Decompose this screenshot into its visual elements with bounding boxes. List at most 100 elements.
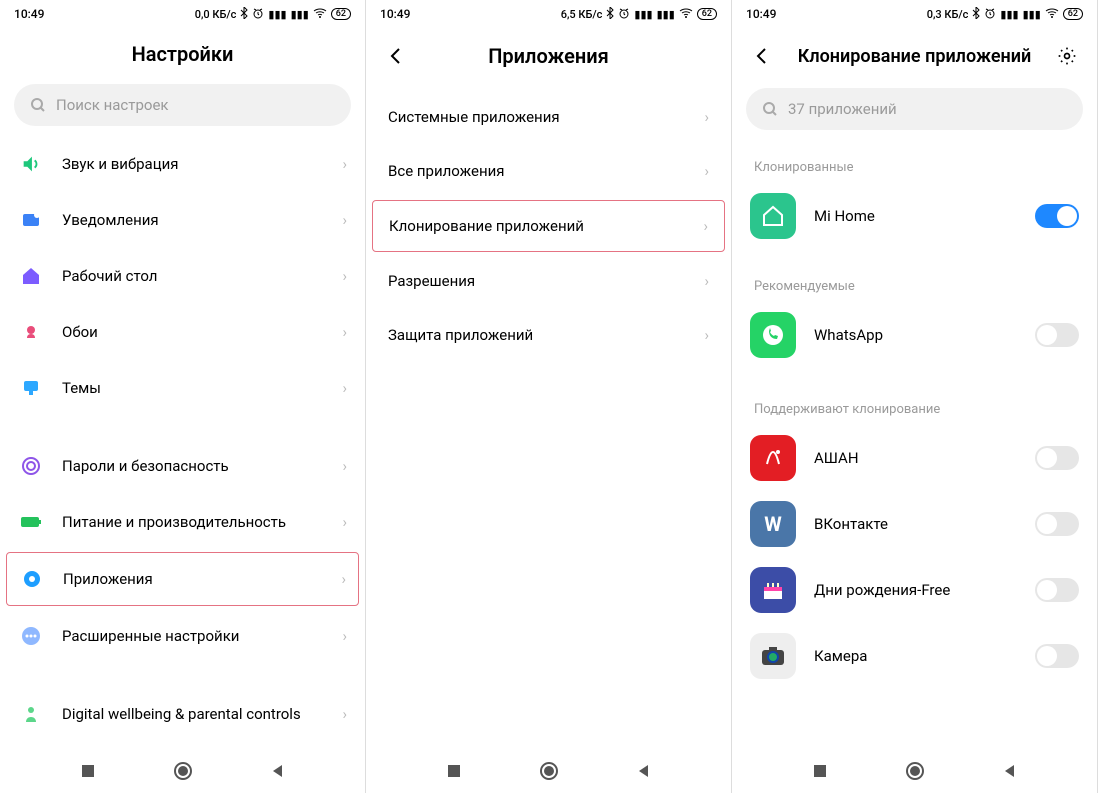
- net-speed: 6,5 КБ/с: [561, 8, 603, 21]
- ashan-icon: [750, 435, 796, 481]
- toggle-mihome[interactable]: [1035, 204, 1079, 228]
- more-icon: [18, 623, 44, 649]
- nav-home[interactable]: [537, 759, 561, 783]
- bluetooth-icon: [606, 7, 614, 22]
- page-title: Настройки: [16, 42, 349, 66]
- row-themes[interactable]: Темы ›: [0, 360, 365, 416]
- nav-recent[interactable]: [808, 759, 832, 783]
- chevron-right-icon: ›: [342, 513, 347, 531]
- chevron-right-icon: ›: [342, 457, 347, 475]
- nav-back[interactable]: [266, 759, 290, 783]
- nav-bar: [366, 751, 731, 793]
- app-vk[interactable]: W ВКонтакте: [732, 491, 1097, 557]
- app-camera[interactable]: Камера: [732, 623, 1097, 689]
- section-recommended: Рекомендуемые: [732, 249, 1097, 302]
- row-advanced[interactable]: Расширенные настройки ›: [0, 608, 365, 664]
- back-button[interactable]: [748, 42, 776, 70]
- status-right: 0,3 КБ/с ▮▮▮ ▮▮▮ 62: [927, 7, 1083, 22]
- battery-icon: 62: [331, 8, 351, 20]
- search-icon: [30, 97, 46, 113]
- row-sound[interactable]: Звук и вибрация ›: [0, 136, 365, 192]
- chevron-right-icon: ›: [342, 627, 347, 645]
- settings-button[interactable]: [1053, 42, 1081, 70]
- row-wallpaper[interactable]: Обои ›: [0, 304, 365, 360]
- wifi-icon: [1045, 8, 1059, 21]
- app-whatsapp[interactable]: WhatsApp: [732, 302, 1097, 368]
- toggle-whatsapp[interactable]: [1035, 323, 1079, 347]
- search-bar[interactable]: Поиск настроек: [14, 84, 351, 126]
- alarm-icon: [618, 7, 630, 22]
- nav-recent[interactable]: [76, 759, 100, 783]
- row-home[interactable]: Рабочий стол ›: [0, 248, 365, 304]
- nav-home[interactable]: [171, 759, 195, 783]
- signal-icon: ▮▮▮: [1000, 8, 1018, 21]
- status-right: 6,5 КБ/с ▮▮▮ ▮▮▮ 62: [561, 7, 717, 22]
- toggle-vk[interactable]: [1035, 512, 1079, 536]
- back-button[interactable]: [382, 42, 410, 70]
- signal-icon-2: ▮▮▮: [291, 8, 309, 21]
- nav-bar: [0, 751, 365, 793]
- alarm-icon: [984, 7, 996, 22]
- search-placeholder: Поиск настроек: [56, 96, 169, 114]
- row-notifications[interactable]: Уведомления ›: [0, 192, 365, 248]
- toggle-ashan[interactable]: [1035, 446, 1079, 470]
- row-digital-wellbeing[interactable]: Digital wellbeing & parental controls ›: [0, 686, 365, 742]
- status-right: 0,0 КБ/с ▮▮▮ ▮▮▮ 62: [195, 7, 351, 22]
- signal-icon: ▮▮▮: [634, 8, 652, 21]
- page-title: Клонирование приложений: [776, 46, 1053, 67]
- net-speed: 0,0 КБ/с: [195, 8, 237, 21]
- wallpaper-icon: [18, 319, 44, 345]
- chevron-right-icon: ›: [342, 211, 347, 229]
- row-battery[interactable]: Питание и производительность ›: [0, 494, 365, 550]
- clock: 10:49: [14, 7, 44, 21]
- chevron-right-icon: ›: [342, 379, 347, 397]
- app-mihome[interactable]: Mi Home: [732, 183, 1097, 249]
- row-apps[interactable]: Приложения ›: [6, 552, 359, 606]
- vk-icon: W: [750, 501, 796, 547]
- clock: 10:49: [380, 7, 410, 21]
- fingerprint-icon: [18, 453, 44, 479]
- status-bar: 10:49 0,3 КБ/с ▮▮▮ ▮▮▮ 62: [732, 0, 1097, 28]
- page-title: Приложения: [410, 44, 687, 68]
- sound-icon: [18, 151, 44, 177]
- bluetooth-icon: [240, 7, 248, 22]
- nav-bar: [732, 751, 1097, 793]
- row-permissions[interactable]: Разрешения ›: [366, 254, 731, 308]
- status-bar: 10:49 6,5 КБ/с ▮▮▮ ▮▮▮ 62: [366, 0, 731, 28]
- row-app-protection[interactable]: Защита приложений ›: [366, 308, 731, 362]
- battery-icon: 62: [1063, 8, 1083, 20]
- whatsapp-icon: [750, 312, 796, 358]
- nav-back[interactable]: [632, 759, 656, 783]
- net-speed: 0,3 КБ/с: [927, 8, 969, 21]
- signal-icon: ▮▮▮: [268, 8, 286, 21]
- apps-menu-list: Системные приложения › Все приложения › …: [366, 80, 731, 751]
- header: Настройки: [0, 28, 365, 76]
- row-security[interactable]: Пароли и безопасность ›: [0, 438, 365, 494]
- nav-recent[interactable]: [442, 759, 466, 783]
- apps-icon: [19, 566, 45, 592]
- search-bar[interactable]: 37 приложений: [746, 88, 1083, 130]
- birthday-icon: [750, 567, 796, 613]
- section-supported: Поддерживают клонирование: [732, 368, 1097, 425]
- nav-back[interactable]: [998, 759, 1022, 783]
- battery-icon: [18, 509, 44, 535]
- toggle-birthday[interactable]: [1035, 578, 1079, 602]
- app-ashan[interactable]: АШАН: [732, 425, 1097, 491]
- nav-home[interactable]: [903, 759, 927, 783]
- camera-icon: [750, 633, 796, 679]
- row-all-apps[interactable]: Все приложения ›: [366, 144, 731, 198]
- row-system-apps[interactable]: Системные приложения ›: [366, 90, 731, 144]
- chevron-right-icon: ›: [342, 267, 347, 285]
- toggle-camera[interactable]: [1035, 644, 1079, 668]
- chevron-right-icon: ›: [704, 272, 709, 290]
- themes-icon: [18, 375, 44, 401]
- notifications-icon: [18, 207, 44, 233]
- wifi-icon: [679, 8, 693, 21]
- chevron-right-icon: ›: [703, 217, 708, 235]
- row-app-cloning[interactable]: Клонирование приложений ›: [372, 200, 725, 252]
- wellbeing-icon: [18, 701, 44, 727]
- header: Клонирование приложений: [732, 28, 1097, 80]
- chevron-right-icon: ›: [704, 108, 709, 126]
- screen-apps: 10:49 6,5 КБ/с ▮▮▮ ▮▮▮ 62 Приложения Сис…: [366, 0, 732, 793]
- app-birthday[interactable]: Дни рождения-Free: [732, 557, 1097, 623]
